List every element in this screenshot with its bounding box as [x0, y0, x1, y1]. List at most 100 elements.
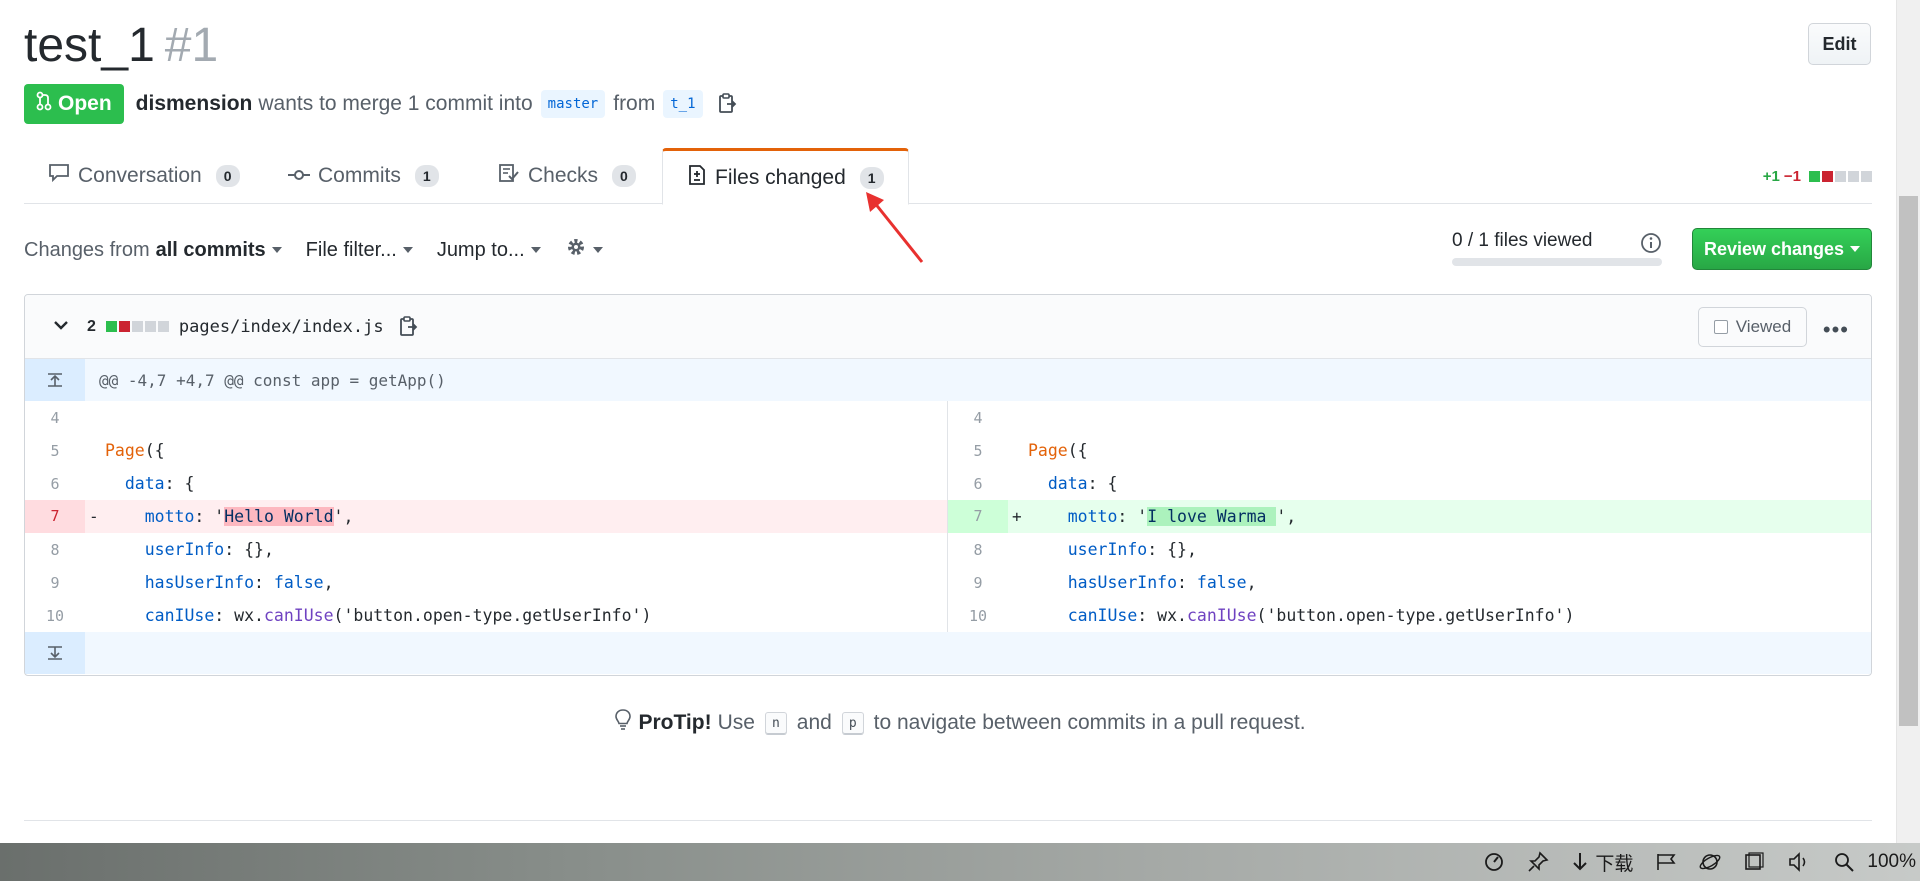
tab-label: Commits	[318, 164, 401, 187]
file-path[interactable]: pages/index/index.js	[179, 317, 384, 337]
zoom-icon[interactable]	[1833, 851, 1855, 873]
from-text: from	[613, 92, 656, 115]
addition-marker: +	[1012, 507, 1022, 526]
line-number[interactable]: 4	[25, 409, 85, 427]
line-number[interactable]: 8	[948, 541, 1008, 559]
code-token: : {},	[224, 540, 274, 559]
code-token: : wx.	[214, 606, 264, 625]
vertical-scrollbar[interactable]	[1896, 0, 1920, 843]
pr-number: #1	[164, 19, 219, 72]
collapse-chevron-icon[interactable]	[53, 318, 69, 336]
pull-request-icon	[36, 91, 52, 117]
expand-down-icon[interactable]	[25, 632, 85, 674]
viewed-checkbox[interactable]: Viewed	[1698, 307, 1807, 347]
volume-icon[interactable]	[1787, 851, 1811, 873]
line-number[interactable]: 4	[948, 409, 1008, 427]
tab-checks[interactable]: Checks 0	[474, 148, 660, 204]
tab-label: Files changed	[715, 165, 846, 189]
more-options-icon[interactable]: •••	[1823, 317, 1849, 343]
code-line: Page({	[105, 441, 165, 460]
diff-toolbar: Changes from all commits File filter... …	[24, 232, 627, 268]
pin-icon[interactable]	[1527, 851, 1549, 873]
download-button[interactable]: 下载	[1571, 849, 1633, 876]
files-viewed-progress: 0 / 1 files viewed	[1452, 230, 1662, 266]
file-change-count: 2	[87, 317, 96, 335]
download-icon	[1573, 853, 1588, 871]
file-diff: 2 pages/index/index.js Viewed ••• @@ -4,…	[24, 294, 1872, 676]
line-number[interactable]: 6	[948, 475, 1008, 493]
added-text: I love Warma	[1147, 507, 1277, 526]
comment-icon	[48, 163, 70, 189]
right-side: 9 hasUserInfo: false,	[948, 566, 1871, 599]
annotation-arrow	[866, 192, 924, 263]
code-token: ({	[1067, 441, 1088, 460]
right-side: 6 data: {	[948, 467, 1871, 500]
tab-conversation[interactable]: Conversation 0	[24, 148, 264, 204]
pr-tabs: Conversation 0 Commits 1 Checks 0 Files …	[24, 148, 1872, 205]
code-token: : '	[194, 507, 225, 526]
protip-rest: to navigate between commits in a pull re…	[873, 711, 1306, 734]
ie-compat-icon[interactable]	[1699, 851, 1721, 873]
line-number[interactable]: 6	[25, 475, 85, 493]
code-line: motto: 'I love Warma ',	[1028, 507, 1296, 526]
line-number[interactable]: 10	[25, 607, 85, 625]
viewed-label: Viewed	[1735, 317, 1792, 336]
head-branch[interactable]: t_1	[663, 90, 703, 118]
right-side: 10 canIUse: wx.canIUse('button.open-type…	[948, 599, 1871, 632]
file-filter-label: File filter...	[305, 238, 397, 261]
line-number[interactable]: 9	[25, 574, 85, 592]
github-pr-files-page: test_1 #1 Edit Open dismension wants to m…	[0, 0, 1920, 881]
line-number[interactable]: 9	[948, 574, 1008, 592]
diffstat-blocks	[1807, 171, 1872, 182]
expand-up-icon[interactable]	[25, 359, 85, 401]
code-token: motto	[1067, 507, 1118, 526]
changes-from-label: Changes from	[24, 238, 150, 261]
line-number[interactable]: 7	[25, 500, 85, 533]
line-number[interactable]: 5	[25, 442, 85, 460]
window-icon[interactable]	[1743, 852, 1765, 872]
line-number[interactable]: 8	[25, 541, 85, 559]
kbd-n: n	[764, 711, 787, 735]
code-line: userInfo: {},	[105, 540, 274, 559]
base-branch[interactable]: master	[540, 90, 606, 118]
zoom-level[interactable]: 100%	[1867, 851, 1916, 873]
diff-settings-dropdown[interactable]	[565, 236, 603, 264]
browser-status-bar: 下载 100%	[0, 843, 1920, 881]
code-token: :	[254, 573, 274, 592]
author-link[interactable]: dismension	[136, 92, 253, 116]
code-token: canIUse	[263, 606, 334, 625]
flag-icon[interactable]	[1655, 852, 1677, 872]
code-token: canIUse	[144, 606, 215, 625]
scrollbar-thumb[interactable]	[1899, 196, 1918, 726]
code-line: data: {	[105, 474, 195, 493]
line-number[interactable]: 10	[948, 607, 1008, 625]
changes-from-dropdown[interactable]: Changes from all commits	[24, 239, 282, 262]
tab-commits[interactable]: Commits 1	[264, 148, 463, 204]
left-side: 5 Page({	[25, 434, 948, 467]
copy-path-icon[interactable]	[398, 315, 418, 338]
merge-text: wants to merge 1 commit into	[258, 92, 533, 115]
table-row: 10 canIUse: wx.canIUse('button.open-type…	[25, 599, 1871, 632]
line-number[interactable]: 5	[948, 442, 1008, 460]
file-filter-dropdown[interactable]: File filter...	[306, 239, 413, 262]
left-side: 8 userInfo: {},	[25, 533, 948, 566]
edit-title-button[interactable]: Edit	[1808, 23, 1871, 65]
speed-icon[interactable]	[1483, 851, 1505, 873]
code-line: hasUserInfo: false,	[1028, 573, 1257, 592]
files-viewed-label: 0 / 1 files viewed	[1452, 230, 1593, 251]
pr-title-text: test_1	[24, 19, 155, 72]
code-line: userInfo: {},	[1028, 540, 1197, 559]
copy-branch-icon[interactable]	[717, 93, 737, 115]
deletions-count: −1	[1783, 168, 1801, 185]
divider	[24, 820, 1872, 821]
diff-rows: 4 4 5 Page({ 5 Page({6 data: {6 data: …	[25, 401, 1871, 632]
review-changes-button[interactable]: Review changes	[1692, 228, 1872, 270]
table-row: 8 userInfo: {}, 8 userInfo: {},	[25, 533, 1871, 566]
jump-to-dropdown[interactable]: Jump to...	[437, 239, 541, 262]
code-token: : {	[1087, 474, 1118, 493]
table-row: 4 4	[25, 401, 1871, 434]
additions-count: +1	[1762, 168, 1780, 185]
line-number[interactable]: 7	[948, 500, 1008, 533]
left-side: 9 hasUserInfo: false,	[25, 566, 948, 599]
info-icon[interactable]	[1640, 232, 1662, 259]
